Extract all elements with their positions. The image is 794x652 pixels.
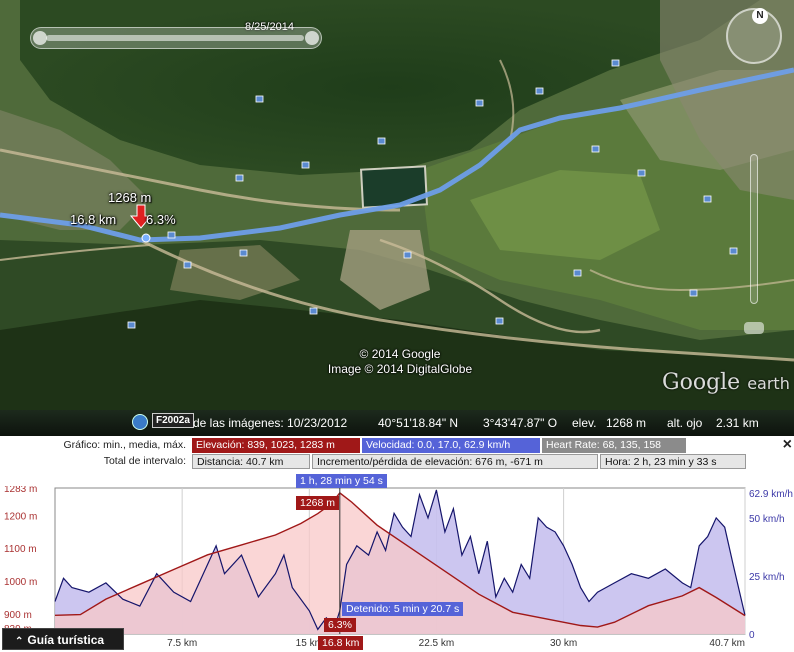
left-tick-label: 1000 m bbox=[4, 577, 37, 588]
zoom-slider-knob[interactable] bbox=[744, 322, 764, 334]
cursor-grade-tag: 6.3% bbox=[324, 618, 356, 632]
left-tick-label: 1283 m bbox=[4, 486, 37, 495]
bottom-tick-label: 22.5 km bbox=[419, 638, 455, 649]
graph-label: Gráfico: min., media, máx. bbox=[63, 439, 186, 451]
right-tick-label: 0 bbox=[749, 630, 755, 641]
eye-altitude-label: alt. ojo bbox=[667, 416, 703, 430]
marker-distance-label: 16.8 km bbox=[70, 212, 117, 227]
bottom-tick-label: 40.7 km bbox=[709, 638, 745, 649]
copyright-imagery: Image © 2014 DigitalGlobe bbox=[327, 362, 473, 376]
eye-altitude-value: 2.31 km bbox=[716, 416, 759, 430]
left-axis-labels: 1283 m1200 m1100 m1000 m900 m839 m bbox=[4, 486, 37, 635]
google-earth-logo-word: Google bbox=[662, 370, 741, 395]
gain-loss-stat: Incremento/pérdida de elevación: 676 m, … bbox=[312, 454, 598, 469]
time-slider[interactable] bbox=[30, 27, 322, 49]
interval-label: Total de intervalo: bbox=[103, 455, 186, 467]
close-icon[interactable]: × bbox=[783, 436, 792, 454]
tour-guide-button[interactable]: ⌃ Guía turística bbox=[2, 628, 124, 650]
status-bar: F2002a de las imágenes: 10/23/2012 40°51… bbox=[0, 410, 794, 436]
elevation-profile-stats: Gráfico: min., media, máx. Elevación: 83… bbox=[0, 436, 794, 486]
speed-stat[interactable]: Velocidad: 0.0, 17.0, 62.9 km/h bbox=[362, 438, 540, 453]
google-earth-logo: Google earth bbox=[662, 370, 790, 395]
imagery-date: de las imágenes: 10/23/2012 bbox=[193, 416, 348, 430]
left-tick-label: 900 m bbox=[4, 610, 32, 621]
google-earth-logo-sub: earth bbox=[747, 374, 790, 393]
chevron-up-icon: ⌃ bbox=[15, 636, 24, 647]
navigation-controls: N bbox=[722, 4, 786, 334]
right-tick-label: 50 km/h bbox=[749, 514, 785, 525]
imagery-badge: F2002a bbox=[152, 413, 194, 428]
latitude: 40°51'18.84" N bbox=[378, 416, 459, 430]
slider-left-handle[interactable] bbox=[33, 31, 47, 45]
distance-stat: Distancia: 40.7 km bbox=[192, 454, 310, 469]
elevation-label: elev. bbox=[572, 416, 597, 430]
elevation-stat[interactable]: Elevación: 839, 1023, 1283 m bbox=[192, 438, 360, 453]
cursor-time-tag: 1 h, 28 min y 54 s bbox=[296, 474, 387, 488]
bottom-tick-label: 7.5 km bbox=[167, 638, 197, 649]
google-earth-window: 8/25/2014 N 1268 m 16.8 km 6.3% © 2014 G… bbox=[0, 0, 794, 652]
time-stat: Hora: 2 h, 23 min y 33 s bbox=[600, 454, 746, 469]
left-tick-label: 1200 m bbox=[4, 511, 37, 522]
time-slider-bar[interactable] bbox=[46, 35, 304, 41]
bottom-tick-label: 30 km bbox=[550, 638, 577, 649]
compass-ring[interactable]: N bbox=[726, 8, 782, 64]
stop-tag: Detenido: 5 min y 20.7 s bbox=[342, 602, 464, 616]
bottom-axis-labels: 7.5 km 15 km 22.5 km 30 km 40.7 km bbox=[167, 638, 745, 649]
heart-rate-stat[interactable]: Heart Rate: 68, 135, 158 bbox=[542, 438, 686, 453]
marker-grade-label: 6.3% bbox=[146, 212, 176, 227]
satellite-map[interactable]: 8/25/2014 N 1268 m 16.8 km 6.3% © 2014 G… bbox=[0, 0, 794, 410]
north-icon[interactable]: N bbox=[752, 8, 768, 24]
elevation-value: 1268 m bbox=[606, 416, 647, 430]
right-tick-label: 62.9 km/h bbox=[749, 489, 793, 500]
tour-guide-label: Guía turística bbox=[27, 633, 105, 647]
right-tick-label: 25 km/h bbox=[749, 572, 785, 583]
cursor-elevation-tag: 1268 m bbox=[296, 496, 340, 510]
copyright-google: © 2014 Google bbox=[359, 347, 441, 361]
right-axis-labels: 62.9 km/h 50 km/h 25 km/h 0 bbox=[749, 489, 793, 641]
zoom-slider[interactable] bbox=[750, 154, 758, 304]
marker-elevation-label: 1268 m bbox=[108, 190, 152, 205]
cursor-distance-tag: 16.8 km bbox=[318, 636, 364, 650]
globe-icon[interactable] bbox=[132, 414, 148, 430]
longitude: 3°43'47.87" O bbox=[483, 416, 558, 430]
left-tick-label: 1100 m bbox=[4, 544, 37, 555]
slider-right-handle[interactable] bbox=[305, 31, 319, 45]
